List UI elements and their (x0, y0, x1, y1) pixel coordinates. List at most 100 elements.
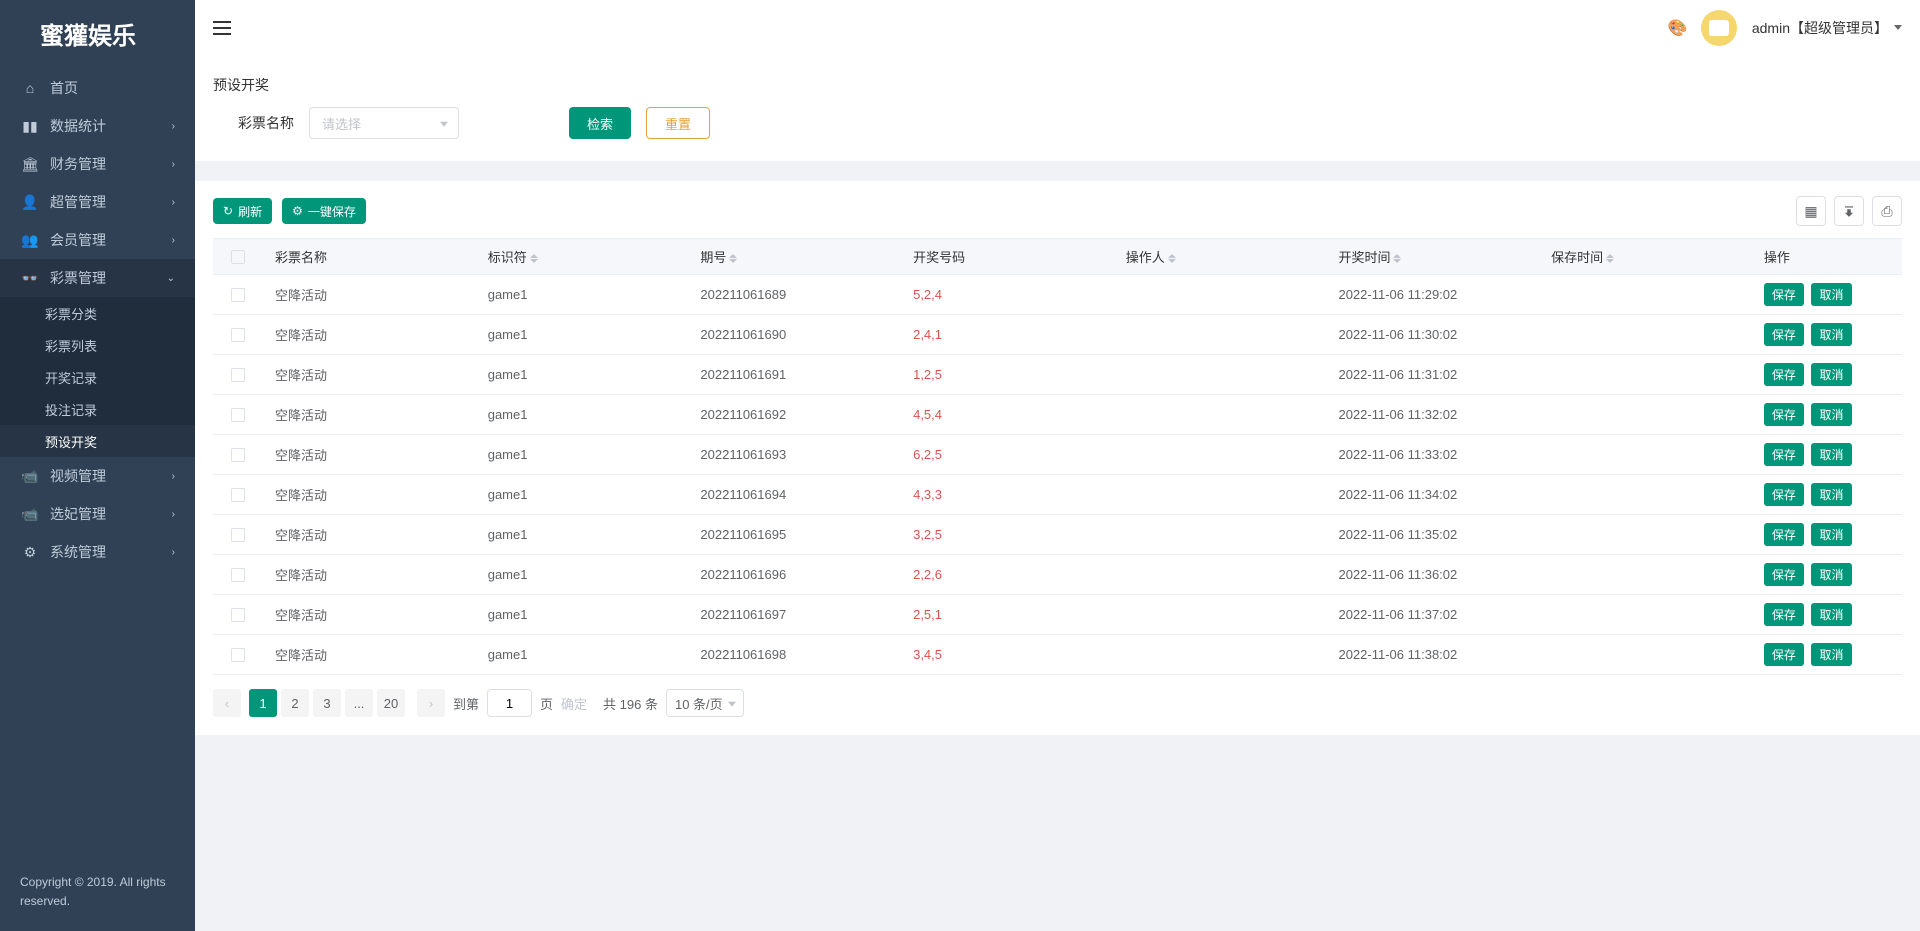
chart-icon: ▮▮ (20, 118, 40, 135)
cell-open-time: 2022-11-06 11:38:02 (1326, 635, 1539, 675)
th-issue[interactable]: 期号 (688, 239, 901, 275)
sidebar-subitem-开奖记录[interactable]: 开奖记录 (0, 361, 195, 393)
cell-ident: game1 (476, 275, 689, 315)
row-checkbox[interactable] (231, 368, 245, 382)
select-all-checkbox[interactable] (231, 250, 245, 264)
sort-icon (1393, 254, 1401, 263)
th-open-time[interactable]: 开奖时间 (1326, 239, 1539, 275)
row-save-button[interactable]: 保存 (1764, 523, 1804, 546)
save-all-button[interactable]: 一键保存 (282, 198, 366, 224)
row-save-button[interactable]: 保存 (1764, 483, 1804, 506)
cell-ident: game1 (476, 555, 689, 595)
prev-page-button[interactable]: ‹ (213, 689, 241, 717)
sidebar-item-视频管理[interactable]: 📹 视频管理 › (0, 457, 195, 495)
page-number-20[interactable]: 20 (377, 689, 405, 717)
refresh-label: 刷新 (238, 203, 262, 220)
row-cancel-button[interactable]: 取消 (1811, 483, 1851, 506)
cell-ident: game1 (476, 475, 689, 515)
row-checkbox[interactable] (231, 488, 245, 502)
cell-name: 空降活动 (263, 315, 476, 355)
row-checkbox[interactable] (231, 608, 245, 622)
cell-ident: game1 (476, 635, 689, 675)
row-checkbox[interactable] (231, 328, 245, 342)
user-dropdown[interactable]: admin【超级管理员】 (1752, 18, 1902, 38)
row-cancel-button[interactable]: 取消 (1811, 363, 1851, 386)
page-number-3[interactable]: 3 (313, 689, 341, 717)
page-size-select[interactable]: 10 条/页 (666, 689, 744, 717)
sidebar-subitem-预设开奖[interactable]: 预设开奖 (0, 425, 195, 457)
cell-save-time (1539, 315, 1752, 355)
sidebar-subitem-投注记录[interactable]: 投注记录 (0, 393, 195, 425)
goto-confirm[interactable]: 确定 (561, 694, 587, 713)
lottery-name-select[interactable]: 请选择 (309, 107, 459, 139)
sidebar-item-系统管理[interactable]: ⚙ 系统管理 › (0, 533, 195, 571)
sidebar-item-label: 财务管理 (50, 154, 172, 174)
theme-icon[interactable]: 🎨 (1668, 18, 1686, 38)
sidebar-item-label: 彩票管理 (50, 268, 167, 288)
refresh-button[interactable]: 刷新 (213, 198, 272, 224)
cell-numbers: 1,2,5 (901, 355, 1114, 395)
sidebar-subitem-label: 预设开奖 (45, 432, 175, 451)
row-save-button[interactable]: 保存 (1764, 643, 1804, 666)
row-save-button[interactable]: 保存 (1764, 563, 1804, 586)
page-number-1[interactable]: 1 (249, 689, 277, 717)
row-cancel-button[interactable]: 取消 (1811, 643, 1851, 666)
cell-save-time (1539, 515, 1752, 555)
row-checkbox[interactable] (231, 648, 245, 662)
row-checkbox[interactable] (231, 408, 245, 422)
th-numbers[interactable]: 开奖号码 (901, 239, 1114, 275)
cell-save-time (1539, 355, 1752, 395)
row-save-button[interactable]: 保存 (1764, 403, 1804, 426)
sidebar-subitem-label: 彩票分类 (45, 304, 175, 323)
sidebar-subitem-彩票列表[interactable]: 彩票列表 (0, 329, 195, 361)
th-operator[interactable]: 操作人 (1114, 239, 1327, 275)
hamburger-icon[interactable] (213, 21, 231, 35)
ticket-icon: 👓 (20, 270, 40, 287)
cell-open-time: 2022-11-06 11:31:02 (1326, 355, 1539, 395)
sidebar-item-会员管理[interactable]: 👥 会员管理 › (0, 221, 195, 259)
cell-action: 保存 取消 (1752, 355, 1902, 395)
next-page-button[interactable]: › (417, 689, 445, 717)
reset-button[interactable]: 重置 (646, 107, 710, 139)
sidebar-subitem-label: 彩票列表 (45, 336, 175, 355)
row-save-button[interactable]: 保存 (1764, 283, 1804, 306)
row-save-button[interactable]: 保存 (1764, 363, 1804, 386)
export-button[interactable] (1834, 196, 1864, 226)
sidebar-item-首页[interactable]: ⌂ 首页 (0, 69, 195, 107)
row-cancel-button[interactable]: 取消 (1811, 523, 1851, 546)
row-checkbox[interactable] (231, 528, 245, 542)
sidebar-item-数据统计[interactable]: ▮▮ 数据统计 › (0, 107, 195, 145)
th-save-time[interactable]: 保存时间 (1539, 239, 1752, 275)
print-button[interactable] (1872, 196, 1902, 226)
th-name[interactable]: 彩票名称 (263, 239, 476, 275)
row-save-button[interactable]: 保存 (1764, 323, 1804, 346)
row-cancel-button[interactable]: 取消 (1811, 563, 1851, 586)
row-checkbox[interactable] (231, 288, 245, 302)
download-icon (1842, 204, 1856, 218)
row-checkbox[interactable] (231, 448, 245, 462)
refresh-icon (223, 204, 233, 218)
sidebar-item-财务管理[interactable]: 🏛 财务管理 › (0, 145, 195, 183)
sidebar-item-选妃管理[interactable]: 📹 选妃管理 › (0, 495, 195, 533)
th-ident[interactable]: 标识符 (476, 239, 689, 275)
sidebar-item-超管管理[interactable]: 👤 超管管理 › (0, 183, 195, 221)
page-number-2[interactable]: 2 (281, 689, 309, 717)
cell-ident: game1 (476, 515, 689, 555)
row-save-button[interactable]: 保存 (1764, 603, 1804, 626)
row-cancel-button[interactable]: 取消 (1811, 283, 1851, 306)
sidebar-item-彩票管理[interactable]: 👓 彩票管理 ⌄ (0, 259, 195, 297)
row-checkbox[interactable] (231, 568, 245, 582)
row-cancel-button[interactable]: 取消 (1811, 323, 1851, 346)
sidebar-item-label: 超管管理 (50, 192, 172, 212)
columns-button[interactable] (1796, 196, 1826, 226)
row-save-button[interactable]: 保存 (1764, 443, 1804, 466)
row-cancel-button[interactable]: 取消 (1811, 403, 1851, 426)
avatar[interactable] (1701, 10, 1737, 46)
chevron-right-icon: › (172, 159, 175, 170)
row-cancel-button[interactable]: 取消 (1811, 443, 1851, 466)
goto-page-input[interactable] (487, 689, 532, 717)
search-button[interactable]: 检索 (569, 107, 631, 139)
cell-operator (1114, 395, 1327, 435)
sidebar-subitem-彩票分类[interactable]: 彩票分类 (0, 297, 195, 329)
row-cancel-button[interactable]: 取消 (1811, 603, 1851, 626)
